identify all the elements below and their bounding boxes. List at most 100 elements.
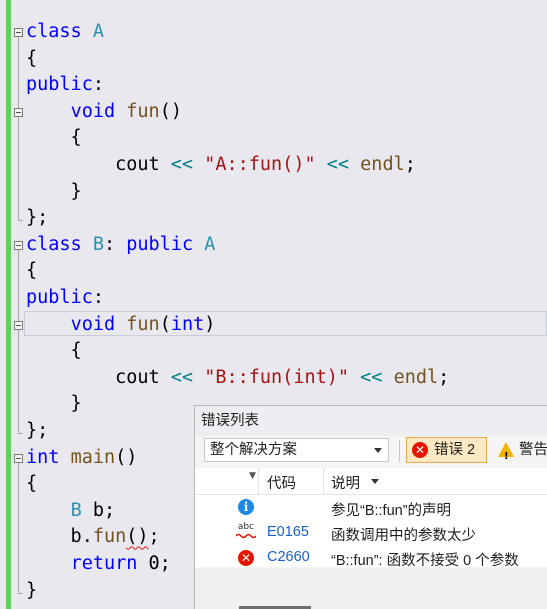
error-row[interactable]: abc E0165 函数调用中的参数太少	[195, 520, 547, 545]
error-description: 参见“B::fun”的声明	[331, 503, 452, 519]
code-token: ()	[126, 526, 149, 548]
panel-title: 错误列表	[195, 406, 547, 436]
warnings-filter-label: 警告	[519, 442, 547, 458]
outline-guide-end	[18, 220, 23, 221]
code-line[interactable]: };	[26, 205, 48, 231]
code-line[interactable]: cout << "B::fun(int)" << endl;	[26, 365, 449, 391]
code-line[interactable]: {	[26, 258, 37, 284]
code-token: {	[26, 340, 82, 362]
code-line[interactable]: class B: public A	[26, 232, 215, 258]
outline-guide	[18, 462, 19, 593]
code-line[interactable]: void fun(int)	[26, 312, 216, 338]
code-token: {	[26, 47, 38, 69]
code-line[interactable]: void fun()	[26, 99, 182, 125]
code-token: b.	[26, 526, 93, 548]
code-line[interactable]: };	[26, 418, 48, 444]
code-line[interactable]: }	[26, 578, 37, 604]
collapse-icon[interactable]	[14, 321, 23, 330]
code-token: cout	[26, 366, 171, 388]
code-line[interactable]: public:	[26, 72, 104, 98]
error-code[interactable]: C2660	[267, 549, 310, 565]
column-filter-icon[interactable]: ▼	[249, 471, 256, 481]
code-line[interactable]: int main()	[26, 445, 137, 471]
error-icon: ✕	[412, 442, 428, 458]
code-token: return	[70, 553, 138, 574]
column-header-description[interactable]: 说明	[331, 472, 360, 493]
collapse-icon[interactable]	[14, 108, 23, 117]
spelling-error-icon: abc	[235, 522, 257, 542]
code-token: b;	[81, 499, 116, 521]
error-list-header: ▼ 代码 说明	[195, 468, 547, 495]
code-token: public	[26, 74, 93, 96]
column-divider[interactable]	[323, 468, 324, 494]
code-token: <<	[360, 366, 383, 388]
code-token: A	[204, 233, 216, 255]
code-token: B	[92, 233, 104, 255]
code-line[interactable]: {	[26, 471, 37, 497]
code-line[interactable]: cout << "A::fun()" << endl;	[26, 152, 416, 178]
code-line[interactable]: {	[26, 125, 82, 151]
column-header-code[interactable]: 代码	[267, 472, 296, 493]
code-token: <<	[170, 154, 194, 175]
outline-guide	[18, 36, 19, 220]
error-icon: ✕	[238, 550, 254, 566]
code-token: public	[26, 287, 93, 308]
panel-empty-area	[195, 568, 547, 609]
code-token: ;	[438, 366, 450, 388]
warning-icon	[498, 442, 514, 470]
code-line[interactable]: b.fun();	[26, 524, 160, 550]
code-line[interactable]: class A	[26, 19, 104, 45]
code-token: cout	[26, 154, 171, 175]
errors-filter-label: 错误 2	[434, 442, 476, 458]
code-token: {	[26, 473, 38, 495]
code-token: };	[26, 207, 49, 229]
column-divider[interactable]	[258, 468, 259, 494]
code-line[interactable]: B b;	[26, 498, 116, 524]
code-token: "B::fun(int)"	[204, 366, 350, 388]
collapse-icon[interactable]	[14, 454, 23, 463]
info-icon: i	[238, 499, 254, 515]
sort-descending-icon	[371, 479, 379, 484]
code-line[interactable]: {	[26, 46, 37, 72]
error-row[interactable]: ✕ C2660 “B::fun”: 函数不接受 0 个参数	[195, 545, 547, 570]
code-token: ()	[115, 446, 138, 468]
warnings-filter-button[interactable]: 警告	[495, 437, 547, 470]
outline-guide-end	[18, 593, 23, 594]
error-row[interactable]: i 参见“B::fun”的声明	[195, 495, 547, 520]
error-code[interactable]: E0165	[267, 524, 309, 540]
code-token: :	[92, 287, 104, 308]
code-token: }	[26, 579, 38, 601]
code-token: }	[26, 393, 82, 415]
scope-dropdown[interactable]: 整个解决方案	[204, 438, 389, 462]
change-tracking-bar	[6, 0, 11, 609]
code-token: (	[159, 313, 171, 335]
code-token: }	[26, 180, 82, 202]
code-line[interactable]: return 0;	[26, 551, 171, 577]
code-token: public	[126, 233, 194, 255]
code-token: int	[26, 446, 60, 468]
code-token: endl	[360, 154, 405, 175]
error-list-panel[interactable]: 错误列表 整个解决方案 ✕ 错误 2 警告 ▼ 代码 说明 i 参见“B::fu…	[194, 405, 547, 609]
collapse-icon[interactable]	[14, 241, 23, 250]
code-line[interactable]: {	[26, 338, 82, 364]
toolbar-separator	[399, 440, 400, 462]
code-line[interactable]: }	[26, 391, 82, 417]
errors-filter-button[interactable]: ✕ 错误 2	[406, 437, 487, 463]
code-token: {	[26, 260, 38, 282]
code-line[interactable]: public:	[26, 285, 104, 311]
code-token: A	[92, 21, 104, 42]
code-token: fun	[92, 526, 127, 548]
collapse-icon[interactable]	[14, 28, 23, 37]
code-token: class	[26, 21, 82, 42]
outline-guide-end	[18, 433, 23, 434]
code-token: 0;	[137, 553, 171, 574]
code-line[interactable]: }	[26, 179, 82, 205]
